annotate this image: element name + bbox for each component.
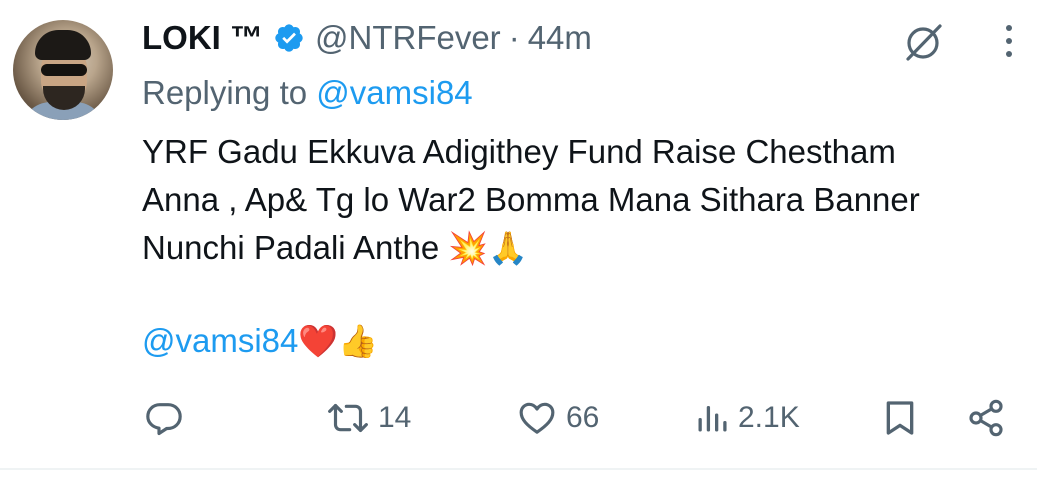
share-button[interactable] (966, 392, 1006, 444)
mention-link[interactable]: @vamsi84 (142, 322, 298, 359)
divider (0, 468, 1037, 470)
repost-count: 14 (378, 401, 412, 434)
more-vertical-icon[interactable] (996, 18, 1022, 64)
bookmark-icon (880, 398, 920, 438)
avatar-glasses (41, 64, 87, 76)
collision-pray-emoji: 💥🙏 (448, 229, 529, 267)
tweet-text-line: Nunchi Padali Anthe 💥🙏 (142, 224, 1012, 272)
tweet-header: LOKI ™ @NTRFever · 44m (142, 18, 592, 58)
tweet-text-line-content: Nunchi Padali Anthe (142, 229, 440, 266)
heart-thumbs-emoji: ❤️👍 (298, 322, 379, 360)
replying-to: Replying to @vamsi84 (142, 74, 473, 112)
tweet-text-line: Anna , Ap& Tg lo War2 Bomma Mana Sithara… (142, 181, 920, 218)
like-count: 66 (566, 401, 600, 434)
like-button[interactable]: 66 (516, 392, 599, 444)
separator-dot: · (508, 19, 520, 56)
views-count: 2.1K (738, 401, 800, 434)
heart-icon (516, 398, 558, 438)
author-name[interactable]: LOKI ™ (142, 19, 263, 57)
share-icon (966, 398, 1006, 438)
reply-icon (144, 398, 184, 438)
avatar-hair (35, 30, 91, 60)
repost-button[interactable]: 14 (326, 392, 411, 444)
reply-button[interactable] (144, 392, 192, 444)
bookmark-button[interactable] (880, 392, 920, 444)
avatar[interactable] (13, 20, 113, 120)
action-bar: 14 66 2.1K (0, 392, 1037, 444)
tweet-text: YRF Gadu Ekkuva Adigithey Fund Raise Che… (142, 128, 1012, 272)
replying-to-label: Replying to (142, 74, 308, 111)
tweet-text-line: YRF Gadu Ekkuva Adigithey Fund Raise Che… (142, 133, 896, 170)
views-button[interactable]: 2.1K (694, 392, 800, 444)
repost-icon (326, 398, 370, 438)
grok-icon[interactable] (902, 20, 946, 64)
timestamp[interactable]: 44m (528, 19, 592, 57)
mention-line: @vamsi84❤️👍 (142, 322, 378, 360)
views-icon (694, 398, 730, 438)
author-handle[interactable]: @NTRFever (315, 19, 501, 57)
verified-badge-icon (273, 22, 305, 54)
reply-mention-link[interactable]: @vamsi84 (316, 74, 472, 111)
